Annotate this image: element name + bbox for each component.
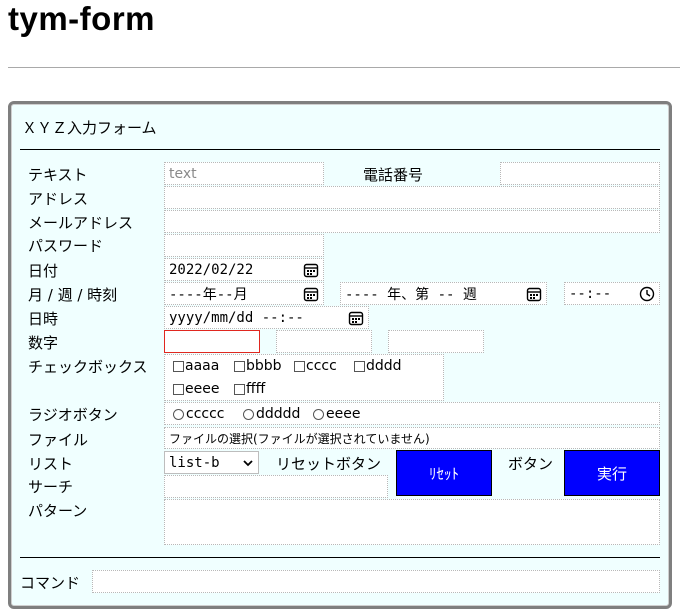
checkbox-box[interactable] bbox=[294, 360, 305, 372]
password-input[interactable] bbox=[164, 234, 324, 257]
clock-icon[interactable] bbox=[639, 286, 655, 302]
number-input-3[interactable] bbox=[388, 330, 484, 353]
date-input[interactable]: 2022/02/22 bbox=[164, 258, 324, 281]
radio-ddddd[interactable]: ddddd bbox=[243, 406, 300, 422]
submit-button[interactable]: 実行 bbox=[564, 450, 660, 496]
radio-group bbox=[164, 402, 660, 425]
calendar-icon[interactable] bbox=[348, 310, 364, 326]
datetime-label: 日時 bbox=[28, 310, 59, 328]
calendar-icon[interactable] bbox=[303, 286, 319, 302]
radio-eeee[interactable]: eeee bbox=[313, 406, 360, 422]
time-value: --:-- bbox=[569, 285, 612, 302]
command-input[interactable] bbox=[92, 570, 660, 593]
password-label: パスワード bbox=[28, 237, 104, 255]
date-value: 2022/02/22 bbox=[169, 261, 254, 278]
week-value: ---- 年、第 -- 週 bbox=[345, 286, 477, 303]
month-week-time-label: 月 / 週 / 時刻 bbox=[28, 286, 118, 304]
checkbox-dddd[interactable]: dddd bbox=[354, 358, 402, 374]
file-label: ファイル bbox=[28, 431, 89, 449]
number-input-invalid[interactable] bbox=[164, 330, 260, 353]
month-input[interactable]: ----年--月 bbox=[164, 282, 324, 305]
reset-label: リセットボタン bbox=[276, 455, 382, 473]
text-input[interactable] bbox=[164, 162, 324, 185]
checkbox-box[interactable] bbox=[173, 383, 184, 395]
checkbox-box[interactable] bbox=[234, 383, 245, 395]
chevron-down-icon bbox=[243, 460, 253, 467]
radio-circle[interactable] bbox=[243, 408, 254, 420]
calendar-icon[interactable] bbox=[303, 262, 319, 278]
checkbox-box[interactable] bbox=[173, 360, 184, 372]
file-input[interactable]: ファイルの選択(ファイルが選択されていません) bbox=[169, 430, 430, 447]
address-label: アドレス bbox=[28, 190, 89, 208]
email-input[interactable] bbox=[164, 210, 660, 233]
checkbox-label: チェックボックス bbox=[28, 358, 148, 376]
button-label: ボタン bbox=[508, 455, 554, 473]
radio-circle[interactable] bbox=[173, 408, 184, 420]
form-legend: ＸＹＺ入力フォーム bbox=[22, 119, 157, 137]
time-input[interactable]: --:-- bbox=[564, 282, 660, 305]
search-label: サーチ bbox=[28, 478, 74, 496]
radio-label: ラジオボタン bbox=[28, 406, 118, 424]
list-label: リスト bbox=[28, 455, 74, 473]
checkbox-eeee[interactable]: eeee bbox=[173, 381, 219, 397]
checkbox-box[interactable] bbox=[354, 360, 365, 372]
phone-label: 電話番号 bbox=[363, 166, 424, 184]
address-input[interactable] bbox=[164, 186, 660, 209]
date-label: 日付 bbox=[28, 262, 59, 280]
pattern-label: パターン bbox=[28, 502, 88, 520]
checkbox-box[interactable] bbox=[234, 360, 245, 372]
datetime-input[interactable]: yyyy/mm/dd --:-- bbox=[164, 306, 369, 329]
form-bottom-rule bbox=[20, 557, 660, 558]
month-value: ----年--月 bbox=[169, 286, 248, 303]
page-title: tym-form bbox=[8, 0, 156, 37]
text-label: テキスト bbox=[28, 166, 88, 184]
checkbox-cccc[interactable]: cccc bbox=[294, 358, 337, 374]
pattern-input[interactable] bbox=[164, 499, 660, 545]
radio-circle[interactable] bbox=[313, 408, 324, 420]
checkbox-bbbb[interactable]: bbbb bbox=[234, 358, 282, 374]
reset-button[interactable]: ﾘｾｯﾄ bbox=[396, 450, 492, 496]
calendar-icon[interactable] bbox=[526, 286, 542, 302]
email-label: メールアドレス bbox=[28, 214, 134, 232]
divider bbox=[8, 67, 680, 68]
number-label: 数字 bbox=[28, 334, 59, 352]
checkbox-ffff[interactable]: ffff bbox=[234, 381, 265, 397]
form-top-rule bbox=[20, 149, 660, 150]
number-input-2[interactable] bbox=[276, 330, 372, 353]
list-selected-value: list-b bbox=[169, 454, 220, 471]
command-label: コマンド bbox=[20, 574, 81, 592]
list-select[interactable]: list-b bbox=[164, 451, 259, 474]
checkbox-aaaa[interactable]: aaaa bbox=[173, 358, 219, 374]
week-input[interactable]: ---- 年、第 -- 週 bbox=[340, 282, 547, 305]
datetime-value: yyyy/mm/dd --:-- bbox=[169, 309, 304, 326]
search-input[interactable] bbox=[164, 475, 388, 498]
radio-ccccc[interactable]: ccccc bbox=[173, 406, 225, 422]
phone-input[interactable] bbox=[500, 162, 660, 185]
